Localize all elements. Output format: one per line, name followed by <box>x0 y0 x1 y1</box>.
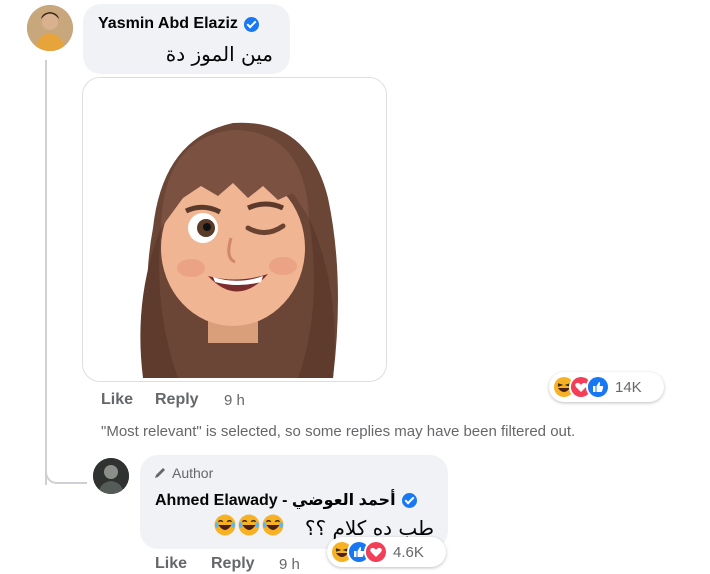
verified-badge-icon <box>243 16 259 32</box>
pencil-icon <box>155 468 165 478</box>
tears-of-joy-icon <box>238 514 260 536</box>
reply-reply-button[interactable]: Reply <box>211 555 255 573</box>
author-badge: Author <box>153 465 213 481</box>
verified-badge-icon <box>401 492 417 508</box>
reaction-summary[interactable]: 14K <box>549 372 664 402</box>
comment-timestamp[interactable]: 9 h <box>224 392 245 409</box>
thread-connector <box>45 450 87 484</box>
love-icon <box>364 540 388 564</box>
author-name[interactable]: Yasmin Abd Elaziz <box>98 15 238 33</box>
tears-of-joy-icon <box>214 514 236 536</box>
like-button[interactable]: Like <box>101 391 133 409</box>
reply-author[interactable]: Ahmed Elawady - أحمد العوضي <box>155 490 417 510</box>
reaction-count: 4.6K <box>393 543 424 561</box>
avatar[interactable] <box>27 5 73 51</box>
filter-notice: "Most relevant" is selected, so some rep… <box>101 423 576 440</box>
reply-author-name[interactable]: Ahmed Elawady - أحمد العوضي <box>155 490 396 510</box>
thread-line <box>45 60 47 485</box>
like-icon <box>586 375 610 399</box>
memoji-image <box>83 78 386 381</box>
reply-like-button[interactable]: Like <box>155 555 187 573</box>
reply-emoji-group <box>214 514 284 536</box>
reply-avatar[interactable] <box>93 458 129 494</box>
reply-button[interactable]: Reply <box>155 391 199 409</box>
comment-author[interactable]: Yasmin Abd Elaziz <box>98 15 259 33</box>
comment-bubble: Yasmin Abd Elaziz مين الموز دة <box>83 4 290 74</box>
reply-timestamp[interactable]: 9 h <box>279 556 300 573</box>
reaction-count: 14K <box>615 378 642 396</box>
comment-text: مين الموز دة <box>165 42 273 66</box>
tears-of-joy-icon <box>262 514 284 536</box>
author-badge-label: Author <box>172 465 214 481</box>
reply-reaction-summary[interactable]: 4.6K <box>327 537 446 567</box>
comment-image[interactable] <box>82 77 387 382</box>
